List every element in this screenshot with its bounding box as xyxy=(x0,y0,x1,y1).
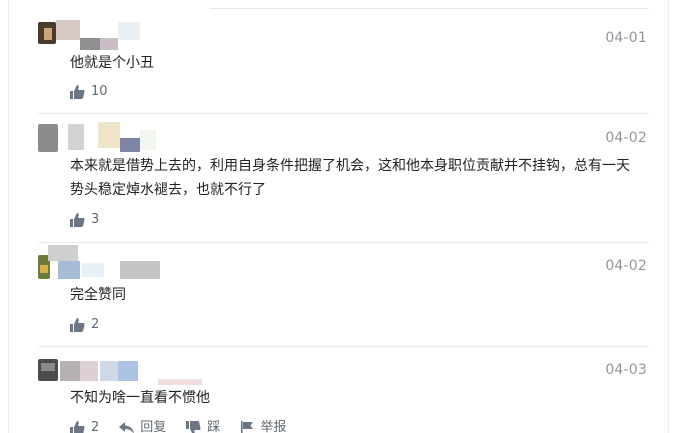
comment-actions: 10 xyxy=(70,84,128,100)
avatar[interactable] xyxy=(38,359,58,381)
comment-text: 他就是个小丑 xyxy=(70,55,154,71)
comment-text: 完全赞同 xyxy=(70,287,126,303)
comment-actions: 2 xyxy=(70,317,119,333)
like-count: 3 xyxy=(91,212,100,227)
comment-item: 04-01 他就是个小丑 10 xyxy=(38,18,649,114)
username-blurred[interactable] xyxy=(58,122,168,156)
thumbs-up-icon xyxy=(70,213,85,227)
avatar[interactable] xyxy=(38,22,56,44)
comment-item: 04-02 本来就是借势上去的，利用自身条件把握了机会，这和他本身职位贡献并不挂… xyxy=(38,114,649,243)
comment-user-row: 04-03 xyxy=(38,347,649,385)
comment-user-row: 04-02 xyxy=(38,243,649,279)
comment-actions: 2 回复 踩 举报 xyxy=(70,420,306,433)
avatar[interactable] xyxy=(38,124,58,152)
comment-user-row: 04-02 xyxy=(38,114,649,152)
username-blurred[interactable] xyxy=(56,18,156,52)
reply-button[interactable]: 回复 xyxy=(119,420,166,433)
reply-arrow-icon xyxy=(119,421,135,433)
report-label: 举报 xyxy=(260,420,287,433)
like-count: 2 xyxy=(91,420,100,433)
card-border-left xyxy=(8,0,9,433)
comment-date: 04-02 xyxy=(605,258,647,274)
comment-date: 04-01 xyxy=(605,30,647,46)
dislike-label: 踩 xyxy=(207,420,221,433)
like-button[interactable]: 2 xyxy=(70,317,99,333)
like-count: 10 xyxy=(91,84,108,99)
comment-item: 04-03 不知为啥一直看不惯他 2 回复 踩 举报 xyxy=(38,347,649,433)
comment-user-row: 04-01 xyxy=(38,18,649,52)
card-border-right xyxy=(668,0,669,433)
like-count: 2 xyxy=(91,317,100,332)
top-divider xyxy=(210,8,649,9)
username-blurred[interactable] xyxy=(48,245,168,281)
comment-actions: 3 xyxy=(70,212,119,228)
thumbs-up-icon xyxy=(70,421,85,433)
thumbs-down-icon xyxy=(186,421,201,433)
like-button[interactable]: 3 xyxy=(70,212,99,228)
comment-text: 不知为啥一直看不惯他 xyxy=(70,390,210,406)
flag-icon xyxy=(241,421,254,433)
like-button[interactable]: 10 xyxy=(70,84,108,100)
reply-label: 回复 xyxy=(140,420,167,433)
comment-date: 04-03 xyxy=(605,362,647,378)
comment-date: 04-02 xyxy=(605,130,647,146)
dislike-button[interactable]: 踩 xyxy=(186,420,220,433)
like-button[interactable]: 2 xyxy=(70,420,99,433)
comment-item: 04-02 完全赞同 2 xyxy=(38,243,649,347)
thumbs-up-icon xyxy=(70,318,85,332)
comment-text: 本来就是借势上去的，利用自身条件把握了机会，这和他本身职位贡献并不挂钩，总有一天… xyxy=(70,158,630,198)
report-button[interactable]: 举报 xyxy=(240,420,286,433)
username-blurred[interactable] xyxy=(58,357,218,387)
thumbs-up-icon xyxy=(70,85,85,99)
